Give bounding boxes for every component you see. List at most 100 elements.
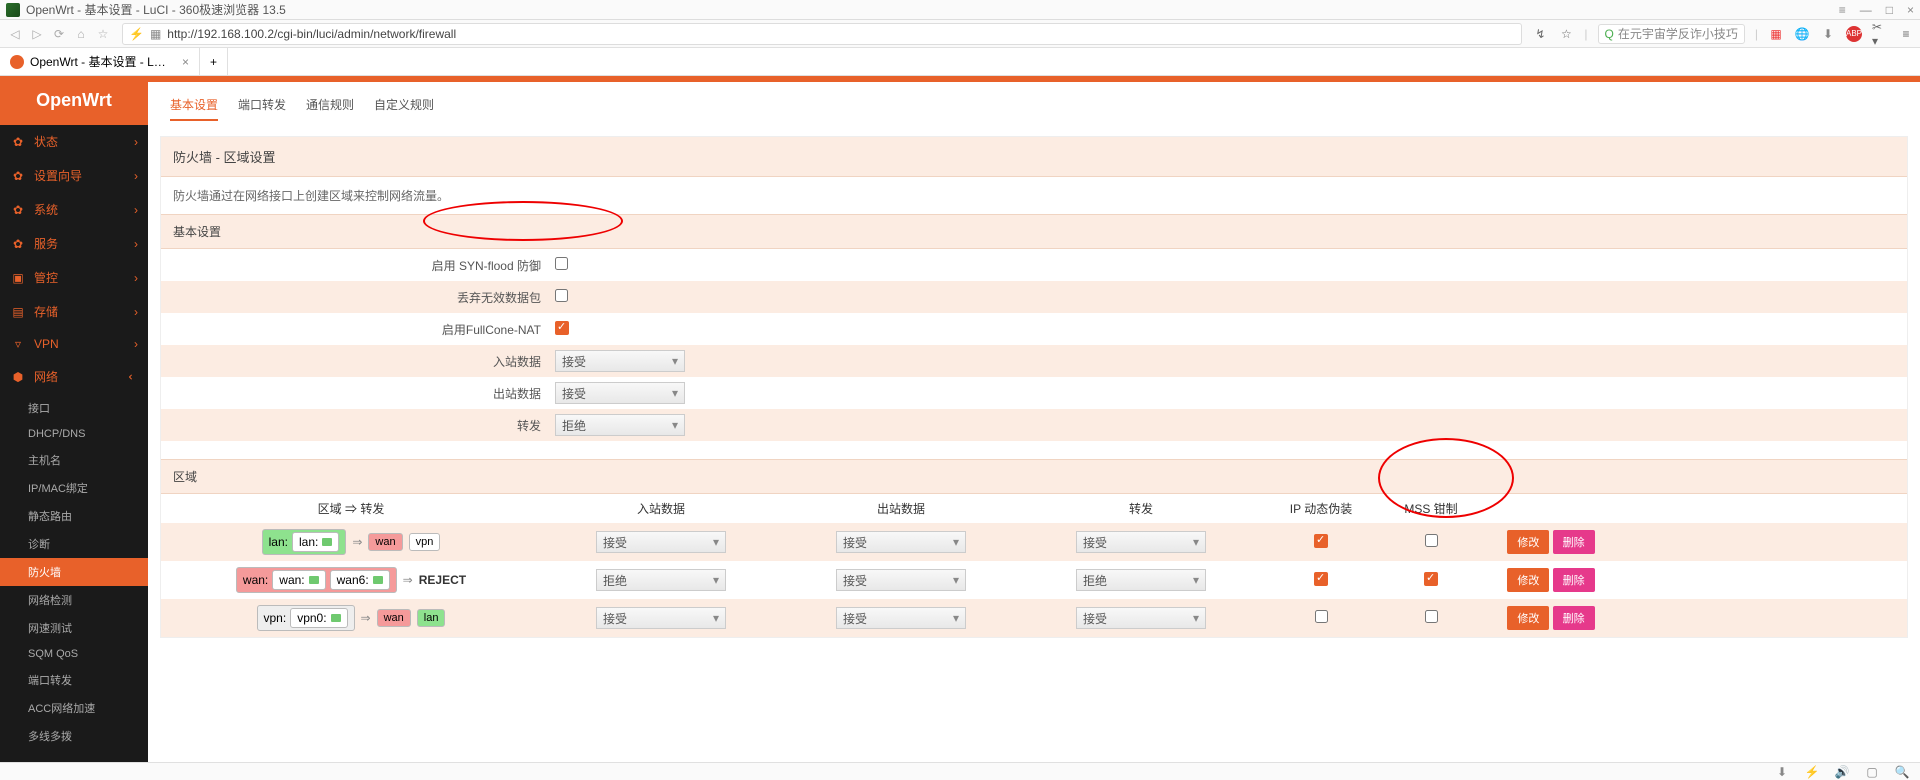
nav-vpn[interactable]: ▿VPN› [0,329,148,360]
window-menu-icon[interactable]: ≡ [1839,3,1846,17]
checkbox-dropinvalid[interactable] [555,289,568,302]
select-output[interactable]: 接受▾ [555,382,685,404]
select-zone-output[interactable]: 接受▾ [836,531,966,553]
select-forward[interactable]: 拒绝▾ [555,414,685,436]
dashboard-icon: ✿ [10,135,26,149]
window-maximize-icon[interactable]: □ [1886,3,1893,17]
subnav-acc[interactable]: ACC网络加速 [0,694,148,722]
subnav-sqm[interactable]: SQM QoS [0,642,148,666]
checkbox-mss[interactable] [1425,534,1438,547]
edit-button[interactable]: 修改 [1507,606,1549,630]
subnav-firewall[interactable]: 防火墙 [0,558,148,586]
favorite-icon[interactable]: ☆ [1558,26,1574,42]
tab-basic[interactable]: 基本设置 [170,96,218,121]
tab-custom[interactable]: 自定义规则 [374,96,434,121]
nav-back-icon[interactable]: ◁ [6,25,24,43]
nav-services[interactable]: ✿服务› [0,227,148,261]
subnav-ipmac[interactable]: IP/MAC绑定 [0,474,148,502]
delete-button[interactable]: 删除 [1553,606,1595,630]
checkbox-synflood[interactable] [555,257,568,270]
zone-chip-vpn: vpn: vpn0: [257,605,355,631]
browser-tabbar: OpenWrt - 基本设置 - LuCI × + [0,48,1920,76]
checkbox-fullcone[interactable] [555,321,569,335]
subnav-portforward[interactable]: 端口转发 [0,666,148,694]
caret-down-icon: ▾ [1193,535,1199,549]
reject-label: REJECT [419,573,466,587]
delete-button[interactable]: 删除 [1553,530,1595,554]
new-tab-button[interactable]: + [200,48,228,75]
checkbox-mss[interactable] [1424,572,1438,586]
window-minimize-icon[interactable]: — [1860,3,1872,17]
brand-logo[interactable]: OpenWrt [0,76,148,125]
site-info-icon[interactable]: ▦ [150,27,161,41]
subnav-hostnames[interactable]: 主机名 [0,446,148,474]
zone-row-wan: wan: wan: wan6: ⇒ REJECT 拒绝▾ 接受▾ 拒绝▾ 修改 … [161,561,1907,599]
tab-portforward[interactable]: 端口转发 [238,96,286,121]
col-masq: IP 动态伪装 [1261,500,1381,517]
select-zone-forward[interactable]: 拒绝▾ [1076,569,1206,591]
subnav-multiwan[interactable]: 多线多拨 [0,722,148,750]
ext-globe-icon[interactable]: 🌐 [1794,26,1810,42]
address-bar[interactable]: ⚡ ▦ [122,23,1522,45]
page-description: 防火墙通过在网络接口上创建区域来控制网络流量。 [161,177,1907,214]
select-zone-input[interactable]: 接受▾ [596,607,726,629]
select-zone-input[interactable]: 接受▾ [596,531,726,553]
section-basic-header: 基本设置 [161,214,1907,249]
status-split-icon[interactable]: ▢ [1864,764,1880,780]
status-zoom-icon[interactable]: 🔍 [1894,764,1910,780]
subnav-netspeed[interactable]: 网络检测 [0,586,148,614]
select-input[interactable]: 接受▾ [555,350,685,372]
nav-system[interactable]: ✿系统› [0,193,148,227]
nav-home-icon[interactable]: ⌂ [72,25,90,43]
select-zone-forward[interactable]: 接受▾ [1076,531,1206,553]
compat-icon[interactable]: ⚡ [129,27,144,41]
select-zone-forward[interactable]: 接受▾ [1076,607,1206,629]
ext-grid-icon[interactable]: ▦ [1768,26,1784,42]
nav-network[interactable]: ⬢网络⌄ [0,360,148,394]
subnav-nettest[interactable]: 网速测试 [0,614,148,642]
chevron-right-icon: › [134,237,138,251]
ext-download-icon[interactable]: ⬇ [1820,26,1836,42]
checkbox-masq[interactable] [1314,534,1328,548]
select-zone-output[interactable]: 接受▾ [836,569,966,591]
subnav-interfaces[interactable]: 接口 [0,394,148,422]
checkbox-masq[interactable] [1315,610,1328,623]
status-sound-icon[interactable]: 🔊 [1834,764,1850,780]
checkbox-masq[interactable] [1314,572,1328,586]
window-close-icon[interactable]: × [1907,3,1914,17]
select-zone-output[interactable]: 接受▾ [836,607,966,629]
tab-traffic[interactable]: 通信规则 [306,96,354,121]
subnav-diagnostics[interactable]: 诊断 [0,530,148,558]
nav-status[interactable]: ✿状态› [0,125,148,159]
browser-tab[interactable]: OpenWrt - 基本设置 - LuCI × [0,48,200,75]
flash-icon[interactable]: ↯ [1532,26,1548,42]
subnav-dhcp[interactable]: DHCP/DNS [0,422,148,446]
tab-close-icon[interactable]: × [182,55,189,69]
nav-forward-icon[interactable]: ▷ [28,25,46,43]
ext-menu-icon[interactable]: ≡ [1898,26,1914,42]
nav-reload-icon[interactable]: ⟳ [50,25,68,43]
delete-button[interactable]: 删除 [1553,568,1595,592]
subnav-routes[interactable]: 静态路由 [0,502,148,530]
nav-star-icon[interactable]: ☆ [94,25,112,43]
nav-wizard[interactable]: ✿设置向导› [0,159,148,193]
nav-control[interactable]: ▣管控› [0,261,148,295]
chevron-down-icon: ⌄ [126,371,140,381]
edit-button[interactable]: 修改 [1507,530,1549,554]
system-icon: ✿ [10,203,26,217]
adblock-icon[interactable]: ABP [1846,26,1862,42]
checkbox-mss[interactable] [1425,610,1438,623]
status-download-icon[interactable]: ⬇ [1774,764,1790,780]
select-value: 接受 [603,534,627,551]
url-input[interactable] [167,27,1515,41]
network-icon: ⬢ [10,370,26,384]
zone-left: wan: wan: wan6: ⇒ REJECT [161,567,541,593]
ext-scissors-icon[interactable]: ✂▾ [1872,26,1888,42]
select-value: 接受 [562,385,586,402]
browser-search[interactable]: Q 在元宇宙学反诈小技巧 [1598,24,1745,44]
nav-storage[interactable]: ▤存储› [0,295,148,329]
edit-button[interactable]: 修改 [1507,568,1549,592]
status-speed-icon[interactable]: ⚡ [1804,764,1820,780]
chip-label: lan: [299,535,318,549]
select-zone-input[interactable]: 拒绝▾ [596,569,726,591]
